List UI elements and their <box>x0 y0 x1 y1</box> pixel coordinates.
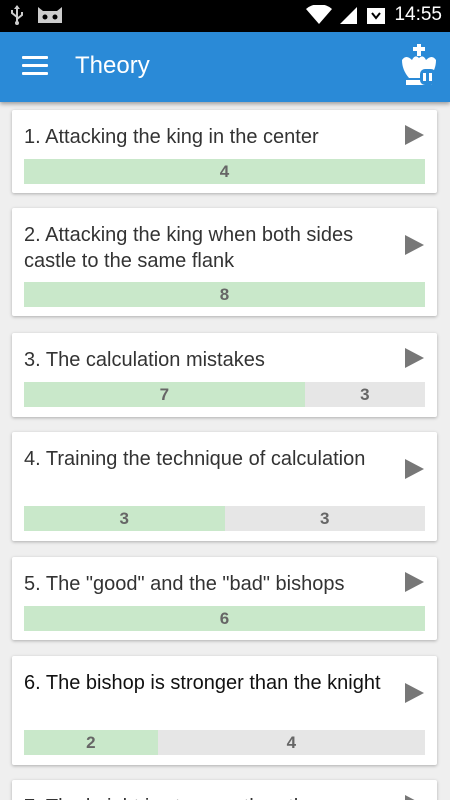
play-icon[interactable] <box>403 571 425 593</box>
lesson-card[interactable]: 2. Attacking the king when both sides ca… <box>12 208 437 316</box>
progress-bar: 73 <box>24 382 425 407</box>
progress-remaining: 4 <box>157 730 425 755</box>
progress-bar: 4 <box>24 159 425 184</box>
wifi-icon <box>306 5 333 24</box>
app-bar: Theory <box>0 32 450 102</box>
progress-solved: 8 <box>24 282 425 307</box>
status-clock: 14:55 <box>394 4 442 25</box>
play-icon[interactable] <box>403 682 425 704</box>
lesson-title: 2. Attacking the king when both sides ca… <box>24 224 354 272</box>
play-icon[interactable] <box>403 124 425 146</box>
progress-bar: 24 <box>24 730 425 755</box>
lesson-title: 3. The calculation mistakes <box>24 349 265 371</box>
cyanogen-mascot-icon <box>38 7 62 23</box>
progress-bar: 6 <box>24 606 425 631</box>
lesson-title: 1. Attacking the king in the center <box>24 126 319 148</box>
progress-solved: 4 <box>24 159 425 184</box>
progress-solved: 3 <box>24 506 225 531</box>
progress-bar: 8 <box>24 282 425 307</box>
lesson-title: 5. The "good" and the "bad" bishops <box>24 573 345 595</box>
progress-remaining: 3 <box>304 382 425 407</box>
progress-solved: 6 <box>24 606 425 631</box>
lesson-card[interactable]: 6. The bishop is stronger than the knigh… <box>12 656 437 765</box>
lesson-title: 7. The knight is stronger than the <box>24 794 389 800</box>
play-icon[interactable] <box>403 794 425 800</box>
lesson-card[interactable]: 3. The calculation mistakes 7 3 <box>12 333 437 417</box>
lesson-title: 6. The bishop is stronger than the knigh… <box>24 672 381 694</box>
lesson-card[interactable]: 1. Attacking the king in the center 4 <box>12 110 437 193</box>
play-icon[interactable] <box>403 458 425 480</box>
lesson-title: 4. Training the technique of calculation <box>24 448 366 470</box>
lesson-card[interactable]: 5. The "good" and the "bad" bishops 6 <box>12 557 437 640</box>
usb-icon <box>11 5 23 25</box>
lesson-card[interactable]: 4. Training the technique of calculation… <box>12 432 437 541</box>
progress-bar: 33 <box>24 506 425 531</box>
page-title: Theory <box>75 52 150 79</box>
menu-icon[interactable] <box>22 56 48 78</box>
status-bar: 14:55 <box>0 0 450 32</box>
play-icon[interactable] <box>403 347 425 369</box>
battery-icon <box>367 8 386 24</box>
lesson-list[interactable]: 1. Attacking the king in the center 4 2. A… <box>0 102 450 800</box>
chess-king-logo-icon[interactable] <box>398 42 440 90</box>
progress-remaining: 3 <box>224 506 425 531</box>
signal-icon <box>340 7 358 24</box>
lesson-card[interactable]: 7. The knight is stronger than the <box>12 780 437 800</box>
progress-solved: 2 <box>24 730 158 755</box>
play-icon[interactable] <box>403 234 425 256</box>
progress-solved: 7 <box>24 382 305 407</box>
